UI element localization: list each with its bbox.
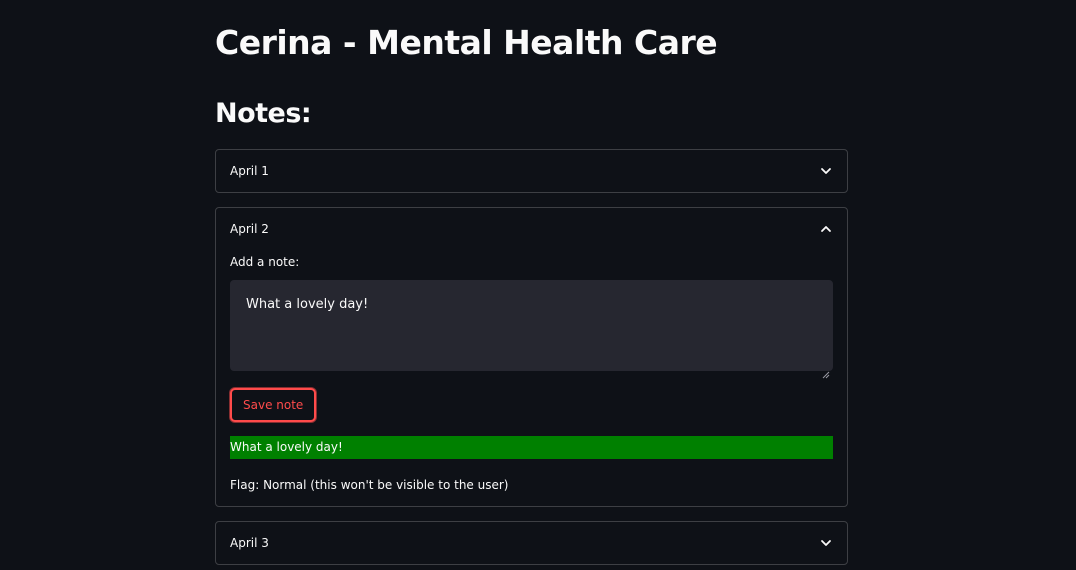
save-note-button[interactable]: Save note — [230, 388, 317, 422]
note-field-label: Add a note: — [230, 255, 300, 269]
note-textarea[interactable] — [230, 280, 833, 371]
saved-note-message: What a lovely day! — [230, 436, 833, 459]
chevron-down-icon — [819, 164, 833, 178]
expander-header-april-2[interactable]: April 2 — [216, 208, 847, 250]
note-textarea-wrapper — [230, 280, 833, 379]
expander-label: April 2 — [230, 222, 269, 236]
chevron-down-icon — [819, 536, 833, 550]
app-title: Cerina - Mental Health Care — [215, 23, 718, 62]
expander-label: April 1 — [230, 164, 269, 178]
expander-label: April 3 — [230, 536, 269, 550]
flag-text: Flag: Normal (this won't be visible to t… — [230, 478, 509, 492]
chevron-up-icon — [819, 222, 833, 236]
expander-body-april-2: Add a note: Save note What a lovely day!… — [216, 254, 847, 493]
notes-heading: Notes: — [215, 98, 312, 129]
resize-handle-icon[interactable] — [822, 364, 830, 379]
expander-april-2: April 2 Add a note: Save note What a lov… — [215, 207, 848, 507]
expander-header-april-3[interactable]: April 3 — [216, 522, 847, 564]
expander-april-3: April 3 — [215, 521, 848, 565]
expander-header-april-1[interactable]: April 1 — [216, 150, 847, 192]
expander-april-1: April 1 — [215, 149, 848, 193]
